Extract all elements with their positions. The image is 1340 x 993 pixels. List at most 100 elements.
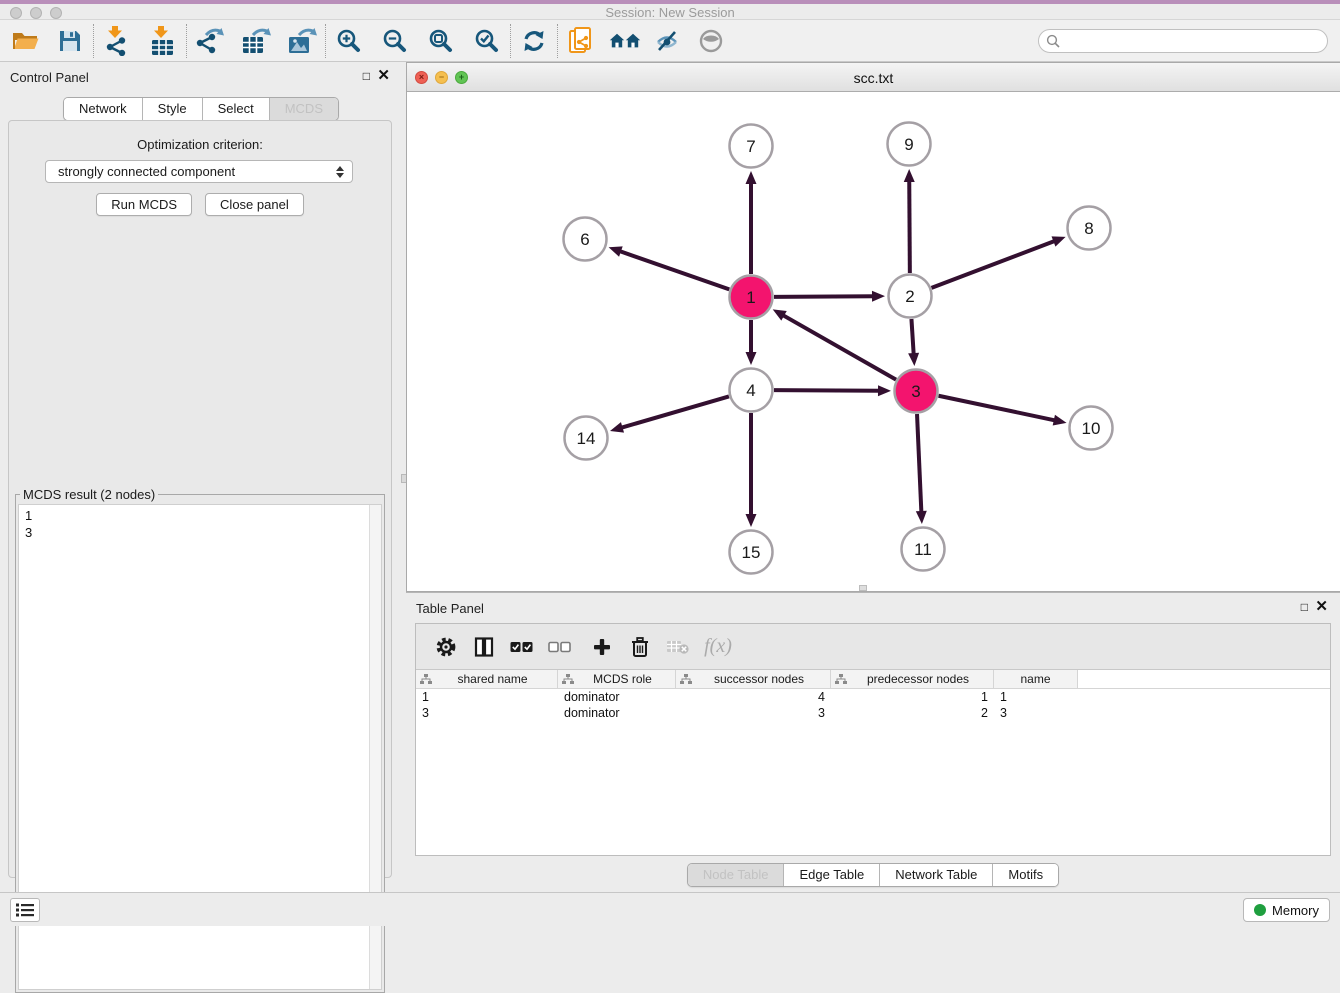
float-table-panel-icon[interactable]: □ [1301,600,1308,614]
tab-style[interactable]: Style [142,98,202,120]
save-icon [58,29,82,53]
table-cell[interactable]: dominator [558,705,676,721]
graph-edge-1-6[interactable] [619,251,729,290]
graph-edge-2-8[interactable] [932,241,1056,288]
table-panel-header: Table Panel □ ✕ [406,593,1340,621]
graph-node-label-3: 3 [911,382,920,401]
select-all-columns-button[interactable] [508,632,536,662]
zoom-selected-icon [474,28,500,54]
table-row[interactable]: 1dominator411 [416,689,1330,705]
close-panel-button[interactable]: Close panel [205,193,304,216]
tab-network[interactable]: Network [64,98,142,120]
graph-edge-4-3[interactable] [774,390,880,391]
network-window-titlebar[interactable]: × − + scc.txt [407,63,1340,92]
import-table-icon [150,26,176,56]
graph-edge-2-9[interactable] [909,180,910,273]
memory-button[interactable]: Memory [1243,898,1330,922]
delete-table-icon [666,638,690,656]
unselect-all-columns-button[interactable] [546,632,574,662]
column-header-MCDS-role[interactable]: MCDS role [558,670,676,688]
edge-arrowhead [1052,236,1066,246]
delete-table-button[interactable] [664,632,692,662]
table-cell[interactable]: 1 [994,689,1078,705]
show-panels-button[interactable] [10,898,40,922]
titlebar-accent [0,0,1340,4]
table-cell[interactable]: 1 [416,689,558,705]
create-column-button[interactable] [588,632,616,662]
titlebar: Session: New Session [0,0,1340,20]
column-header-name[interactable]: name [994,670,1078,688]
optimization-criterion-select[interactable]: strongly connected component [45,160,353,183]
column-label: predecessor nodes [847,672,989,686]
network-window: × − + scc.txt 1234678910111415 [406,62,1340,592]
unchecked-boxes-icon [548,640,572,654]
tab-select[interactable]: Select [202,98,269,120]
close-table-panel-icon[interactable]: ✕ [1315,600,1328,614]
table-cell[interactable]: dominator [558,689,676,705]
graph-edge-4-14[interactable] [621,396,729,428]
table-tab-edge-table[interactable]: Edge Table [783,864,879,886]
table-cell[interactable]: 3 [416,705,558,721]
graph-edge-2-3[interactable] [911,319,913,355]
control-panel-tabs: NetworkStyleSelectMCDS [63,97,339,121]
graph-edge-1-2[interactable] [774,296,874,297]
table-tab-node-table[interactable]: Node Table [688,864,784,886]
table-tab-motifs[interactable]: Motifs [992,864,1058,886]
zoom-selected-button[interactable] [471,24,503,58]
show-all-networks-button[interactable] [609,24,641,58]
select-arrows-icon [336,166,344,178]
close-panel-icon[interactable]: ✕ [377,69,390,83]
edge-arrowhead [916,511,927,524]
function-builder-button[interactable]: f(x) [704,632,732,662]
run-mcds-button[interactable]: Run MCDS [96,193,192,216]
toolbar-separator [186,24,187,58]
zoom-out-button[interactable] [379,24,411,58]
apply-style-button[interactable] [518,24,550,58]
import-network-button[interactable] [101,24,133,58]
zoom-fit-button[interactable] [425,24,457,58]
table-cell[interactable]: 1 [831,689,994,705]
column-header-successor-nodes[interactable]: successor nodes [676,670,831,688]
graph-edge-3-11[interactable] [917,414,921,513]
delete-column-button[interactable] [626,632,654,662]
table-row[interactable]: 3dominator323 [416,705,1330,721]
graph-node-label-14: 14 [577,429,596,448]
table-cell[interactable]: 3 [994,705,1078,721]
zoom-in-button[interactable] [333,24,365,58]
toolbar-separator [93,24,94,58]
table-tab-network-table[interactable]: Network Table [879,864,992,886]
save-session-button[interactable] [54,24,86,58]
network-splitter-grip[interactable] [859,585,867,591]
show-columns-button[interactable] [470,632,498,662]
tab-mcds[interactable]: MCDS [269,98,338,120]
hide-graphics-button[interactable] [653,24,685,58]
network-view[interactable]: 1234678910111415 [407,92,1339,591]
control-panel-title: Control Panel [10,70,89,85]
edge-arrowhead [872,291,885,302]
show-graphics-button[interactable] [695,24,727,58]
clone-network-button[interactable] [565,24,597,58]
column-header-predecessor-nodes[interactable]: predecessor nodes [831,670,994,688]
table-cell[interactable]: 3 [676,705,831,721]
float-panel-icon[interactable]: □ [363,69,370,83]
export-image-button[interactable] [286,24,318,58]
graph-edge-3-10[interactable] [939,396,1056,421]
table-cell[interactable]: 4 [676,689,831,705]
edge-arrowhead [746,171,757,184]
network-canvas[interactable]: 1234678910111415 [407,92,1339,591]
search-input[interactable] [1038,29,1328,53]
column-header-shared-name[interactable]: shared name [416,670,558,688]
open-session-button[interactable] [10,24,42,58]
refresh-icon [521,28,547,54]
graph-edge-3-1[interactable] [782,315,896,380]
table-settings-button[interactable] [432,632,460,662]
table-cell[interactable]: 2 [831,705,994,721]
export-table-button[interactable] [240,24,272,58]
table-body: 1dominator4113dominator323 [416,689,1330,721]
search-field-wrap [1038,29,1328,53]
export-network-button[interactable] [194,24,226,58]
edge-arrowhead [610,422,624,433]
import-table-button[interactable] [147,24,179,58]
eye-icon [698,28,724,54]
table-toolbar: f(x) [416,624,1330,670]
